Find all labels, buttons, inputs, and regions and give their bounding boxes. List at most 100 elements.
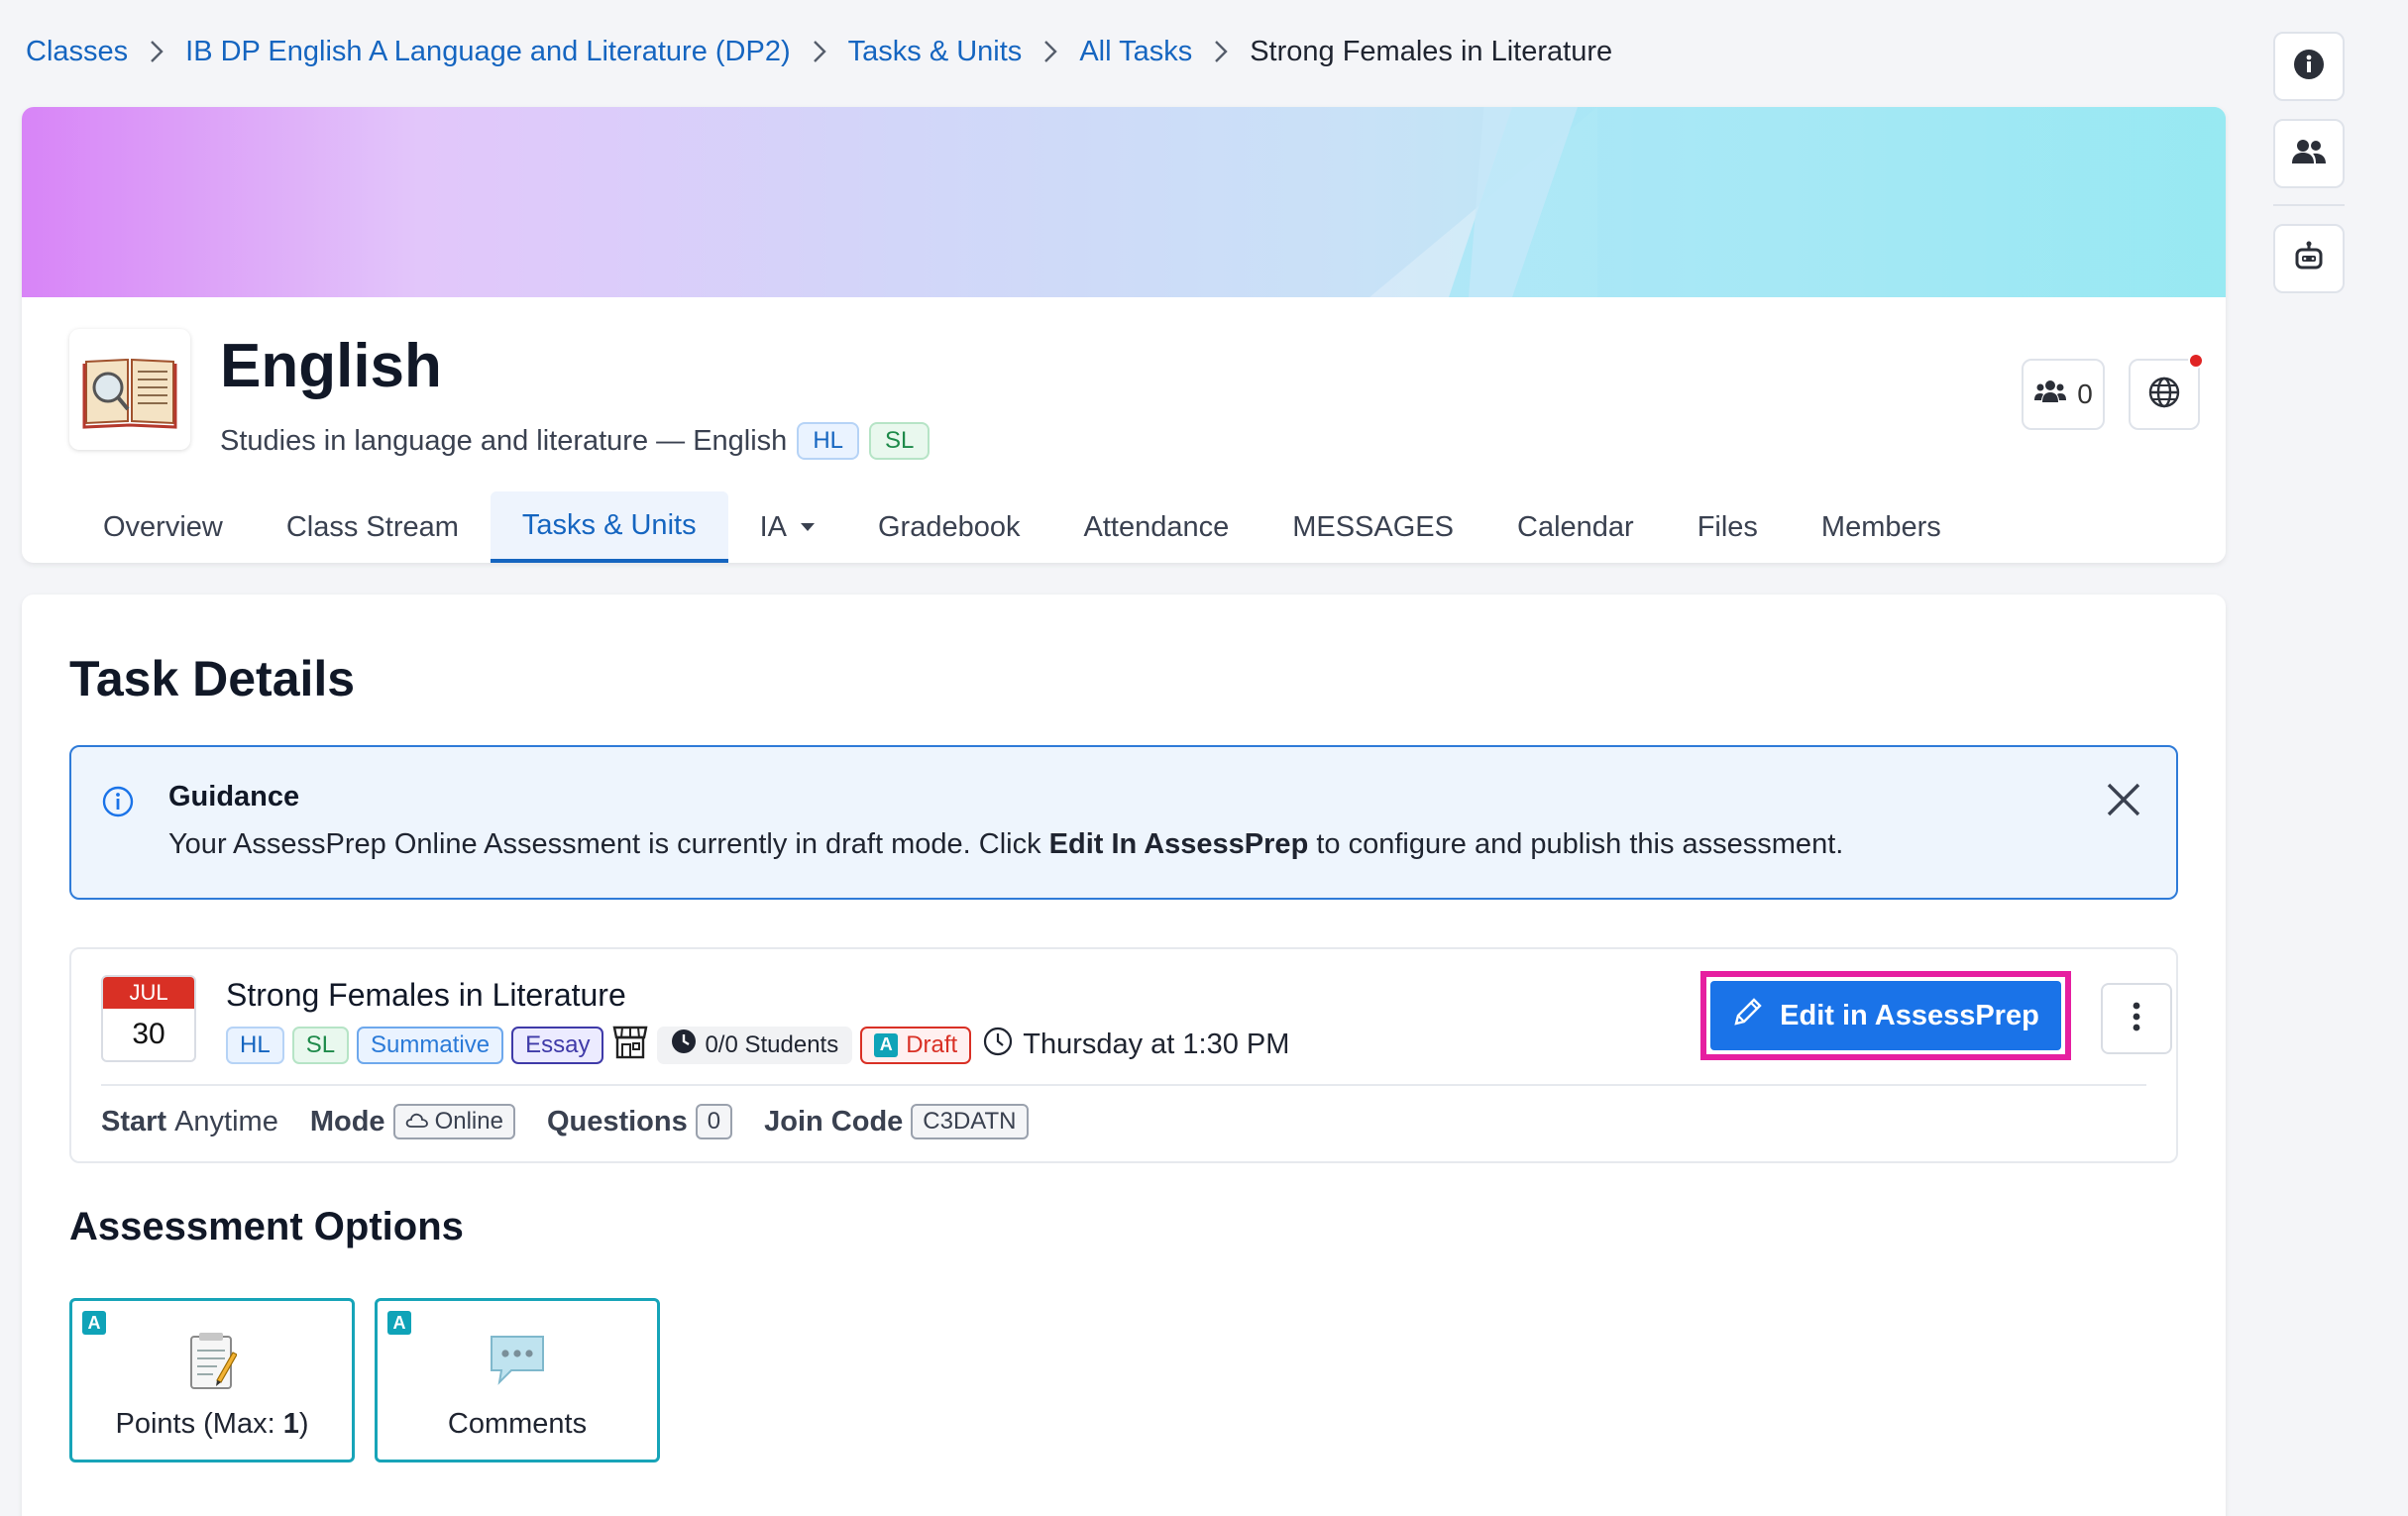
members-icon	[2033, 379, 2067, 411]
class-subtitle-row: Studies in language and literature — Eng…	[220, 422, 930, 460]
meta-join-code: Join Code C3DATN	[764, 1104, 1029, 1139]
chevron-right-icon	[1043, 40, 1058, 63]
tab-tasks-units[interactable]: Tasks & Units	[490, 491, 728, 563]
edit-button-label: Edit in AssessPrep	[1780, 999, 2039, 1031]
info-button[interactable]	[2273, 32, 2345, 101]
task-row: JUL 30 Strong Females in Literature HL S…	[69, 947, 2178, 1163]
ai-assistant-button[interactable]	[2273, 224, 2345, 293]
tab-files[interactable]: Files	[1666, 491, 1790, 563]
due-date-badge: JUL 30	[101, 975, 196, 1062]
more-options-button[interactable]	[2101, 983, 2172, 1054]
guidance-text-end: to configure and publish this assessment…	[1308, 828, 1844, 860]
meta-questions-label: Questions	[546, 1105, 688, 1137]
edit-highlight: Edit in AssessPrep	[1700, 971, 2071, 1060]
page-title: Task Details	[69, 651, 356, 706]
tag-essay: Essay	[511, 1026, 604, 1064]
breadcrumb-current: Strong Females in Literature	[1250, 35, 1613, 67]
members-count-button[interactable]: 0	[2022, 359, 2105, 430]
assessment-options-title: Assessment Options	[69, 1205, 464, 1248]
clock-filled-icon	[671, 1029, 697, 1061]
speech-bubble-icon	[488, 1331, 547, 1391]
breadcrumb-classes[interactable]: Classes	[26, 36, 128, 68]
meta-start-label: Start	[101, 1105, 167, 1137]
tag-hl: HL	[226, 1026, 284, 1064]
globe-button[interactable]	[2129, 353, 2204, 430]
points-label-prefix: Points (Max:	[115, 1408, 283, 1440]
questions-chip: 0	[695, 1104, 733, 1139]
store-icon	[611, 1025, 649, 1065]
meta-start: Start Anytime	[101, 1106, 278, 1138]
tab-overview[interactable]: Overview	[71, 491, 255, 563]
notepad-icon	[187, 1331, 238, 1395]
guidance-text-start: Your AssessPrep Online Assessment is cur…	[168, 828, 1049, 860]
task-title[interactable]: Strong Females in Literature	[226, 977, 626, 1014]
edit-in-assessprep-button[interactable]: Edit in AssessPrep	[1710, 981, 2061, 1050]
tab-ia[interactable]: IA	[728, 491, 846, 563]
assessprep-badge: A	[874, 1032, 899, 1057]
members-count: 0	[2077, 379, 2093, 409]
breadcrumb-class[interactable]: IB DP English A Language and Literature …	[185, 36, 790, 68]
kebab-icon	[2133, 1002, 2140, 1036]
comments-option-card[interactable]: A Comments	[375, 1298, 660, 1462]
info-outline-icon	[101, 785, 135, 823]
class-header: English Studies in language and literatu…	[22, 107, 2226, 563]
open-book-icon	[82, 358, 177, 429]
caret-down-icon	[800, 523, 815, 531]
people-button[interactable]	[2273, 119, 2345, 188]
chevron-right-icon	[813, 40, 826, 63]
tab-class-stream[interactable]: Class Stream	[255, 491, 491, 563]
due-time-text: Thursday at 1:30 PM	[1023, 1029, 1290, 1060]
tag-summative: Summative	[357, 1026, 504, 1064]
points-label-suffix: )	[298, 1408, 309, 1440]
class-banner	[22, 107, 2226, 297]
breadcrumb-tasks-units[interactable]: Tasks & Units	[848, 36, 1023, 68]
info-icon	[2292, 48, 2326, 86]
join-code-chip[interactable]: C3DATN	[911, 1104, 1029, 1139]
close-icon[interactable]	[2105, 781, 2142, 823]
assessprep-badge: A	[82, 1311, 106, 1335]
due-day: 30	[132, 1018, 165, 1050]
tab-ia-label: IA	[759, 510, 787, 543]
cloud-icon	[405, 1108, 429, 1136]
clock-icon	[983, 1027, 1013, 1064]
breadcrumb: Classes IB DP English A Language and Lit…	[26, 30, 1612, 73]
task-tags: HL SL Summative Essay 0/0 Students A Dra…	[226, 1025, 1289, 1065]
pencil-icon	[1732, 996, 1764, 1035]
chevron-right-icon	[150, 40, 164, 63]
right-rail	[2273, 32, 2345, 311]
meta-mode-value: Online	[434, 1108, 503, 1135]
meta-questions: Questions 0	[546, 1104, 733, 1139]
meta-join-label: Join Code	[764, 1105, 904, 1137]
rail-divider	[2273, 204, 2345, 206]
breadcrumb-all-tasks[interactable]: All Tasks	[1079, 36, 1192, 68]
guidance-title: Guidance	[168, 781, 300, 812]
guidance-alert: Guidance Your AssessPrep Online Assessme…	[69, 745, 2178, 900]
meta-start-value: Anytime	[174, 1105, 278, 1137]
guidance-text: Your AssessPrep Online Assessment is cur…	[168, 828, 1843, 861]
class-tabs: Overview Class Stream Tasks & Units IA G…	[71, 491, 1973, 563]
tab-gradebook[interactable]: Gradebook	[846, 491, 1052, 563]
status-badge: A Draft	[860, 1026, 972, 1064]
meta-mode-label: Mode	[309, 1105, 385, 1137]
tab-calendar[interactable]: Calendar	[1485, 491, 1666, 563]
tag-sl: SL	[291, 1026, 350, 1064]
status-text: Draft	[906, 1030, 958, 1058]
notification-dot	[2188, 353, 2204, 369]
points-option-card[interactable]: A Points (Max: 1)	[69, 1298, 355, 1462]
task-details-card: Task Details Guidance Your AssessPrep On…	[22, 595, 2226, 1516]
points-label: Points (Max: 1)	[72, 1408, 352, 1441]
level-badge-sl: SL	[869, 422, 930, 460]
tab-messages[interactable]: MESSAGES	[1260, 491, 1485, 563]
class-logo	[69, 329, 190, 450]
due-month: JUL	[103, 977, 194, 1009]
class-title: English	[220, 332, 442, 400]
level-badge-hl: HL	[797, 422, 859, 460]
class-subtitle: Studies in language and literature — Eng…	[220, 424, 788, 457]
students-count: 0/0 Students	[705, 1030, 839, 1058]
globe-icon	[2147, 376, 2181, 414]
due-time: Thursday at 1:30 PM	[983, 1027, 1289, 1064]
tab-attendance[interactable]: Attendance	[1051, 491, 1260, 563]
tab-members[interactable]: Members	[1790, 491, 1973, 563]
students-progress: 0/0 Students	[657, 1026, 853, 1064]
meta-mode: Mode Online	[310, 1104, 515, 1139]
